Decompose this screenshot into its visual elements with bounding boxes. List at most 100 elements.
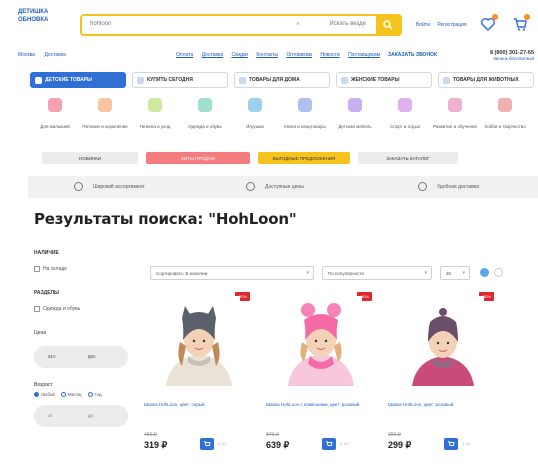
search-input[interactable]: hohloon × Искать везде: [80, 14, 402, 36]
sections-checkbox[interactable]: Одежда и обувь: [34, 306, 142, 312]
kids-icon: [35, 77, 42, 84]
quantity[interactable]: 1 шт: [340, 441, 349, 446]
order-select[interactable]: По популярности ▾: [322, 266, 432, 280]
product-name[interactable]: Шапка HohLoon, цвет: серый: [144, 402, 252, 408]
subcategory-item[interactable]: Гигиена и уход: [132, 98, 178, 133]
tab-kids[interactable]: ДЕТСКИЕ ТОВАРЫ: [30, 72, 126, 88]
subcategory-item[interactable]: Игрушки: [232, 98, 278, 133]
top-nav-item[interactable]: Скидки: [231, 52, 248, 58]
age-radio[interactable]: Месяц: [60, 392, 82, 398]
cart-icon: [448, 441, 455, 446]
toy-icon: [248, 98, 262, 112]
age-radio[interactable]: Любой: [34, 392, 55, 398]
filters-sidebar: НАЛИЧИЕ На складе РАЗДЕЛЫ Одежда и обувь…: [34, 250, 142, 441]
search-category-select[interactable]: Искать везде: [329, 21, 366, 27]
category-tabs: ДЕТСКИЕ ТОВАРЫ КУПИТЬ СЕГОДНЯ ТОВАРЫ ДЛЯ…: [30, 72, 538, 88]
logo[interactable]: ДЕТИШКА ОБНОВКА: [18, 8, 70, 34]
women-icon: [341, 77, 348, 84]
hygiene-icon: [148, 98, 162, 112]
add-to-cart-button[interactable]: [322, 438, 336, 450]
logo-line-1: ДЕТИШКА: [18, 9, 49, 15]
product-card[interactable]: -30% Шапка HohLoon, цвет: розовый 399 ₽ …: [388, 290, 500, 460]
product-card[interactable]: -30% Шапка HohLoon, цвет: серый 459 ₽ 31…: [144, 290, 256, 460]
quantity[interactable]: 1 шт: [462, 441, 471, 446]
tab-home[interactable]: ТОВАРЫ ДЛЯ ДОМА: [234, 72, 330, 88]
register-link[interactable]: Регистрация: [437, 22, 466, 28]
benefits-bar: Широкий ассортимент Доступные цены Удобн…: [28, 176, 538, 198]
price-range[interactable]: от 319 до 639: [34, 346, 128, 368]
subcategory-item[interactable]: Хобби и творчество: [482, 98, 528, 133]
add-to-cart-button[interactable]: [444, 438, 458, 450]
subcategory-item[interactable]: Для малышей: [32, 98, 78, 133]
education-icon: [448, 98, 462, 112]
sections-filter-title: РАЗДЕЛЫ: [34, 290, 59, 296]
logo-line-2: ОБНОВКА: [18, 17, 49, 23]
checkbox-box: [34, 266, 40, 272]
cart-button[interactable]: [512, 14, 530, 32]
tab-women[interactable]: ЖЕНСКИЕ ТОВАРЫ: [336, 72, 432, 88]
auth-links: Войти Регистрация: [416, 22, 473, 28]
search-button[interactable]: [376, 16, 400, 34]
bottle-icon: [98, 98, 112, 112]
subcategory-item[interactable]: Одежда и обувь: [182, 98, 228, 133]
per-page-select[interactable]: 30 ▾: [440, 266, 470, 280]
sort-select[interactable]: Сортировать: В наличии ▾: [150, 266, 314, 280]
radio-dot: [34, 392, 39, 398]
list-view-icon[interactable]: [494, 268, 503, 277]
delivery-icon: [418, 182, 427, 191]
subcategory-item[interactable]: Питание и кормление: [82, 98, 128, 133]
chip-new[interactable]: НОВИНКИ: [42, 152, 138, 164]
benefit-item: Доступные цены: [246, 182, 304, 191]
age-from[interactable]: от: [48, 413, 52, 419]
product-photo[interactable]: [158, 296, 240, 386]
book-icon: [298, 98, 312, 112]
top-nav-item[interactable]: Поставщикам: [348, 52, 380, 58]
product-name[interactable]: Шапка HohLoon, цвет: розовый: [388, 402, 496, 408]
product-name[interactable]: Шапка HohLoon с помпонами, цвет: розовый: [266, 402, 374, 408]
baby-icon: [48, 98, 62, 112]
subcategory-label: Развитие и обучение: [433, 124, 477, 129]
subcategory-label: Хобби и творчество: [484, 124, 526, 129]
top-nav-item[interactable]: Контакты: [256, 52, 278, 58]
product-photo[interactable]: [280, 296, 362, 386]
delivery-link[interactable]: Доставка: [44, 52, 65, 58]
grid-view-icon[interactable]: [480, 268, 489, 277]
search-clear-icon[interactable]: ×: [296, 21, 300, 28]
home-icon: [239, 77, 246, 84]
top-nav-item[interactable]: Новости: [320, 52, 339, 58]
add-to-cart-button[interactable]: [200, 438, 214, 450]
tab-pets[interactable]: ТОВАРЫ ДЛЯ ЖИВОТНЫХ: [438, 72, 534, 88]
radio-label: Месяц: [67, 392, 82, 397]
shirt-icon: [198, 98, 212, 112]
stock-checkbox[interactable]: На складе: [34, 266, 142, 272]
subcategory-label: Спорт и отдых: [389, 124, 421, 129]
top-nav-item[interactable]: Оптовикам: [286, 52, 312, 58]
quantity[interactable]: 1 шт: [218, 441, 227, 446]
chip-catalog[interactable]: ЗАКАЗАТЬ КАТАЛОГ: [358, 152, 458, 164]
tab-buy-today[interactable]: КУПИТЬ СЕГОДНЯ: [132, 72, 228, 88]
subcategory-item[interactable]: Развитие и обучение: [432, 98, 478, 133]
login-link[interactable]: Войти: [416, 22, 430, 28]
top-nav-item[interactable]: Оплата: [176, 52, 193, 58]
city-link[interactable]: Москва: [18, 52, 35, 58]
chip-hits[interactable]: ХИТЫ ПРОДАЖ: [146, 152, 250, 164]
age-to[interactable]: до: [88, 413, 93, 419]
subcategory-item[interactable]: Детская мебель: [332, 98, 378, 133]
callback-link[interactable]: ЗАКАЗАТЬ ЗВОНОК: [388, 52, 437, 58]
age-radio[interactable]: Год: [87, 392, 102, 398]
chip-offers[interactable]: ВЫГОДНЫЕ ПРЕДЛОЖЕНИЯ: [258, 152, 350, 164]
page: ДЕТИШКА ОБНОВКА hohloon × Искать везде В…: [14, 0, 538, 468]
chevron-down-icon: ▾: [462, 270, 465, 276]
top-nav-item[interactable]: Доставка: [202, 52, 223, 58]
subcategory-item[interactable]: Спорт и отдых: [382, 98, 428, 133]
subcategory-item[interactable]: Книги и канцтовары: [282, 98, 328, 133]
checkbox-label: На складе: [43, 266, 67, 272]
age-radios: Любой Месяц Год: [34, 392, 142, 398]
top-nav: Оплата Доставка Скидки Контакты Оптовика…: [176, 52, 387, 58]
favorites-button[interactable]: [480, 14, 498, 32]
page-title: Результаты поиска: "HohLoon": [34, 210, 297, 228]
product-photo[interactable]: [402, 296, 484, 386]
age-range[interactable]: от до: [34, 405, 128, 428]
order-select-value: По популярности: [328, 270, 364, 276]
product-card[interactable]: -30% Шапка HohLoon с помпонами, цвет: ро…: [266, 290, 378, 460]
